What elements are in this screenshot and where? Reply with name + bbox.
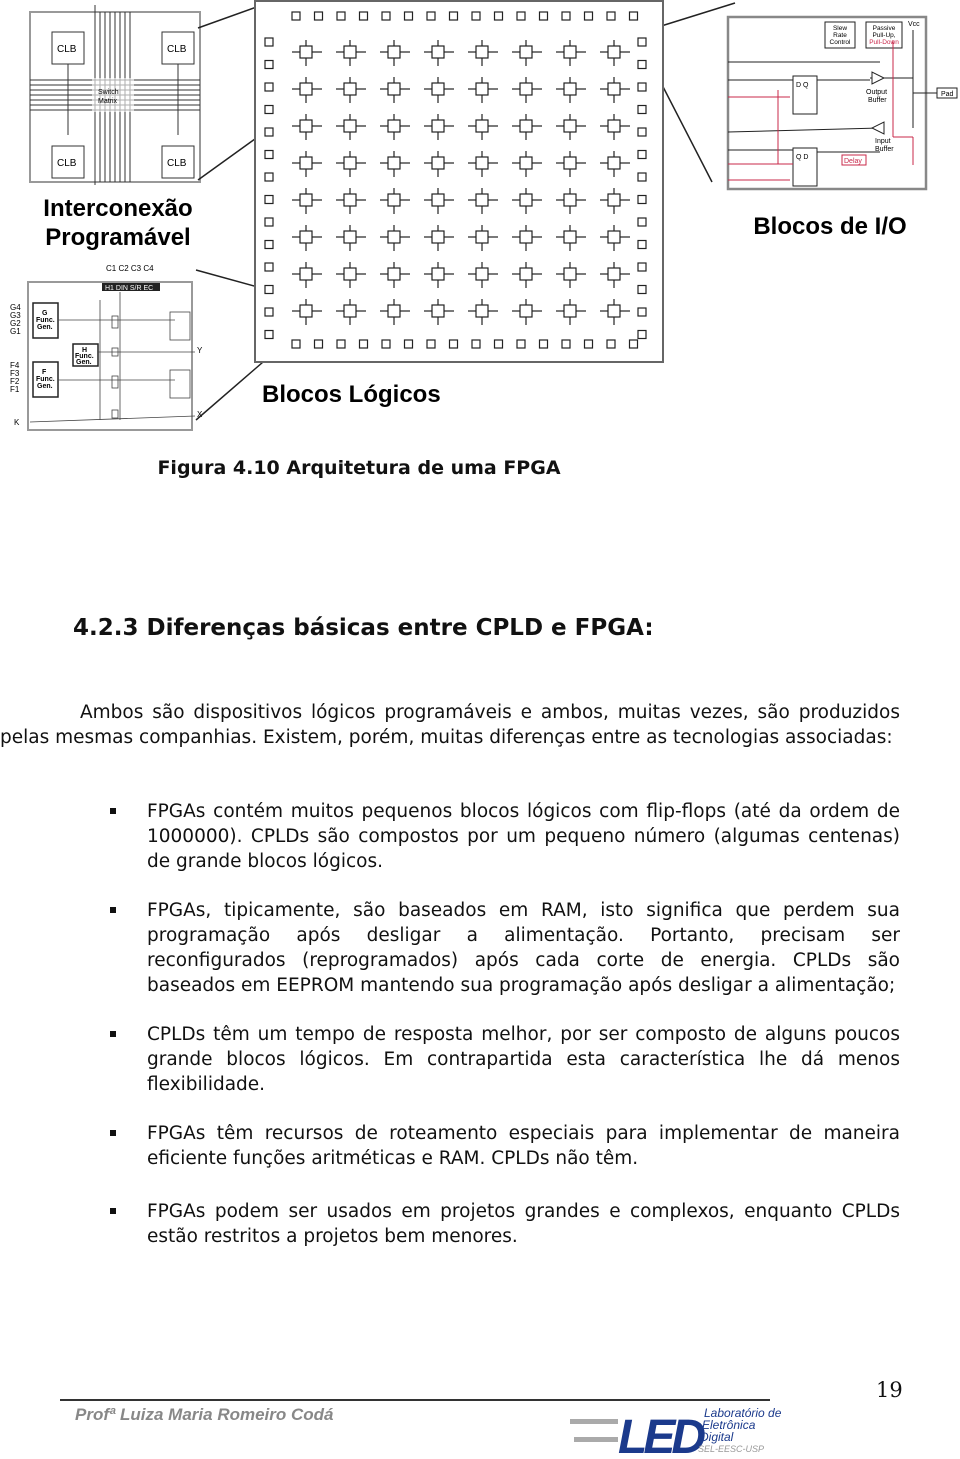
interconnect-title-2: Programável — [45, 224, 190, 251]
svg-text:Delay: Delay — [844, 158, 862, 165]
bullet-icon — [110, 1130, 116, 1136]
switch-matrix-label-2: Matrix — [98, 98, 118, 105]
svg-text:Passive: Passive — [873, 25, 896, 32]
list-item: FPGAs contém muitos pequenos blocos lógi… — [110, 799, 900, 874]
bullet-icon — [110, 907, 116, 913]
list-item: FPGAs têm recursos de roteamento especia… — [110, 1121, 900, 1171]
io-block-detail: SlewRateControl PassivePull-Up,Pull-Down… — [726, 15, 958, 191]
clb-box: CLB — [51, 31, 85, 65]
bullet-icon — [110, 1031, 116, 1037]
interconnect-title: Interconexão — [43, 195, 192, 222]
svg-text:CLB: CLB — [167, 158, 187, 169]
svg-text:D Q: D Q — [796, 82, 809, 89]
list-item: CPLDs têm um tempo de resposta melhor, p… — [110, 1022, 900, 1097]
svg-text:Slew: Slew — [833, 25, 847, 32]
svg-text:K: K — [14, 418, 20, 427]
svg-text:Pull-Up,: Pull-Up, — [872, 32, 895, 39]
svg-text:Control: Control — [830, 39, 852, 46]
svg-text:F1: F1 — [10, 385, 20, 394]
intro-paragraph: Ambos são dispositivos lógicos programáv… — [0, 702, 900, 748]
list-item: FPGAs podem ser usados em projetos grand… — [110, 1199, 900, 1249]
clb-box: CLB — [161, 31, 195, 65]
svg-text:Vcc: Vcc — [908, 21, 920, 28]
list-item-text: FPGAs, tipicamente, são baseados em RAM,… — [147, 900, 900, 996]
fpga-architecture-figure: Switch Matrix CLB CLB CLB CLB C1 C2 C3 C… — [10, 0, 958, 431]
svg-text:Gen.: Gen. — [37, 383, 53, 390]
list-item-text: FPGAs contém muitos pequenos blocos lógi… — [147, 801, 900, 872]
figure-caption: Figura 4.10 Arquitetura de uma FPGA — [157, 457, 561, 479]
svg-text:Q D: Q D — [796, 154, 808, 161]
io-title: Blocos de I/O — [753, 213, 906, 240]
svg-text:CLB: CLB — [57, 158, 77, 169]
section-heading: 4.2.3 Diferenças básicas entre CPLD e FP… — [73, 615, 654, 641]
svg-text:Func.: Func. — [36, 317, 55, 324]
footer-divider — [60, 1399, 770, 1401]
svg-text:Pull-Down: Pull-Down — [869, 39, 899, 46]
svg-text:CLB: CLB — [167, 44, 187, 55]
list-item-text: FPGAs podem ser usados em projetos grand… — [147, 1201, 900, 1247]
differences-list: FPGAs contém muitos pequenos blocos lógi… — [110, 799, 900, 1273]
svg-text:C1 C2 C3 C4: C1 C2 C3 C4 — [106, 264, 154, 273]
fpga-array — [254, 0, 664, 363]
bullet-icon — [110, 1208, 116, 1214]
svg-text:Pad: Pad — [941, 91, 954, 98]
list-item-text: FPGAs têm recursos de roteamento especia… — [147, 1123, 900, 1169]
clb-box: CLB — [51, 145, 85, 179]
svg-text:SEL-EESC-USP: SEL-EESC-USP — [698, 1444, 764, 1454]
svg-text:Input: Input — [875, 138, 891, 145]
list-item: FPGAs, tipicamente, são baseados em RAM,… — [110, 898, 900, 998]
svg-text:Rate: Rate — [833, 32, 847, 39]
svg-text:F: F — [42, 369, 47, 376]
svg-text:Y: Y — [197, 346, 203, 355]
svg-text:X: X — [197, 410, 203, 419]
svg-text:Buffer: Buffer — [868, 97, 887, 104]
svg-text:Gen.: Gen. — [37, 324, 53, 331]
list-item-text: CPLDs têm um tempo de resposta melhor, p… — [147, 1024, 900, 1095]
svg-text:H1 DIN S/R EC: H1 DIN S/R EC — [105, 285, 153, 292]
clb-detail: C1 C2 C3 C4 H1 DIN S/R EC G4G3G2G1 F4F3F… — [10, 264, 203, 431]
led-logo: LED Laboratório de Eletrônica Digital SE… — [570, 1406, 782, 1457]
logo-mark: LED — [618, 1411, 705, 1457]
svg-text:Gen.: Gen. — [76, 359, 92, 366]
page-number: 19 — [876, 1378, 903, 1402]
svg-text:CLB: CLB — [57, 44, 77, 55]
switch-matrix-label: Switch — [98, 89, 119, 96]
bullet-icon — [110, 808, 116, 814]
interconnect-overview: Switch Matrix CLB CLB CLB CLB — [29, 5, 201, 185]
svg-text:G: G — [42, 310, 48, 317]
svg-text:G1: G1 — [10, 327, 21, 336]
clb-box: CLB — [161, 145, 195, 179]
logic-blocks-title: Blocos Lógicos — [262, 381, 441, 408]
svg-text:Output: Output — [866, 89, 887, 96]
svg-text:Func.: Func. — [36, 376, 55, 383]
svg-text:Digital: Digital — [700, 1430, 734, 1444]
footer-author: Profª Luiza Maria Romeiro Codá — [75, 1405, 334, 1424]
